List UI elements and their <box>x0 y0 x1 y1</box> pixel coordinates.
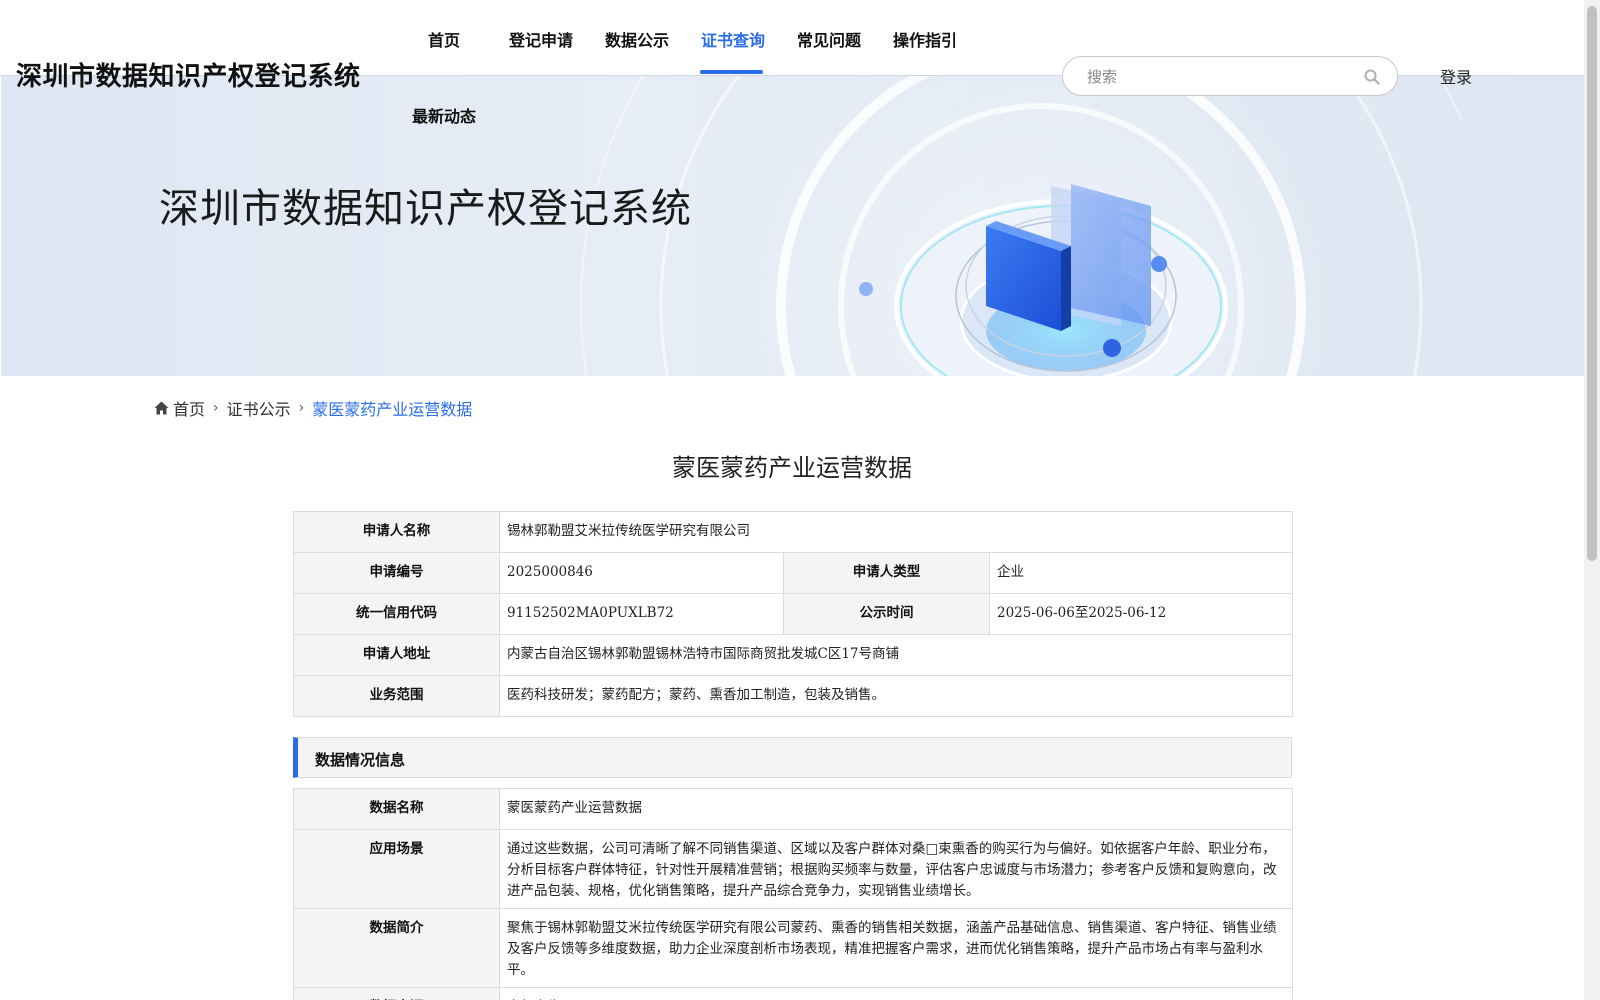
banner-title: 深圳市数据知识产权登记系统 <box>159 186 692 232</box>
search-icon[interactable] <box>1363 68 1381 86</box>
login-link[interactable]: 登录 <box>1440 64 1472 88</box>
page-title: 蒙医蒙药产业运营数据 <box>672 454 912 482</box>
table-row: 申请人地址 内蒙古自治区锡林郭勒盟锡林浩特市国际商贸批发城C区17号商铺 <box>293 634 1293 676</box>
page-scrollbar[interactable] <box>1584 0 1600 1000</box>
chevron-right-icon: › <box>298 400 305 416</box>
data-name-label: 数据名称 <box>293 788 500 830</box>
breadcrumb-home[interactable]: 首页 <box>173 396 205 420</box>
application-number-value: 2025000846 <box>499 552 784 594</box>
table-row: 申请人名称 锡林郭勒盟艾米拉传统医学研究有限公司 <box>293 511 1293 553</box>
section-header: 数据情况信息 <box>293 737 1292 778</box>
breadcrumb-certificate-publicity[interactable]: 证书公示 <box>227 396 291 420</box>
search-input[interactable] <box>1087 65 1347 89</box>
table-row: 申请编号 2025000846 申请人类型 企业 <box>293 552 1293 594</box>
credit-code-label: 统一信用代码 <box>293 593 500 635</box>
table-row: 统一信用代码 91152502MA0PUXLB72 公示时间 2025-06-0… <box>293 593 1293 635</box>
home-icon <box>154 401 169 415</box>
application-scene-label: 应用场景 <box>293 829 500 909</box>
nav-item-faq[interactable]: 常见问题 <box>797 27 861 51</box>
applicant-name-label: 申请人名称 <box>293 511 500 553</box>
data-name-value: 蒙医蒙药产业运营数据 <box>499 788 1293 830</box>
data-info-table: 数据名称 蒙医蒙药产业运营数据 应用场景 通过这些数据，公司可清晰了解不同销售渠… <box>293 788 1293 1000</box>
business-scope-label: 业务范围 <box>293 675 500 717</box>
nav-item-guide[interactable]: 操作指引 <box>893 27 957 51</box>
data-source-label: 数据来源 <box>293 987 500 1000</box>
nav-item-data-publicity[interactable]: 数据公示 <box>605 27 669 51</box>
table-row: 数据名称 蒙医蒙药产业运营数据 <box>293 788 1293 830</box>
applicant-type-value: 企业 <box>989 552 1293 594</box>
data-source-value: 自行产生 <box>499 987 1293 1000</box>
nav-item-news[interactable]: 最新动态 <box>412 103 476 127</box>
section-title: 数据情况信息 <box>315 751 406 769</box>
credit-code-value: 91152502MA0PUXLB72 <box>499 593 784 635</box>
table-row: 业务范围 医药科技研发；蒙药配方；蒙药、熏香加工制造，包装及销售。 <box>293 675 1293 717</box>
nav-item-certificate-query[interactable]: 证书查询 <box>701 27 765 51</box>
applicant-name-value: 锡林郭勒盟艾米拉传统医学研究有限公司 <box>499 511 1293 553</box>
scrollbar-thumb[interactable] <box>1587 6 1597 561</box>
applicant-address-label: 申请人地址 <box>293 634 500 676</box>
nav-item-home[interactable]: 首页 <box>428 27 460 51</box>
application-number-label: 申请编号 <box>293 552 500 594</box>
nav-item-register[interactable]: 登记申请 <box>509 27 573 51</box>
table-row: 数据简介 聚焦于锡林郭勒盟艾米拉传统医学研究有限公司蒙药、熏香的销售相关数据，涵… <box>293 908 1293 988</box>
search-box <box>1062 56 1398 96</box>
business-scope-value: 医药科技研发；蒙药配方；蒙药、熏香加工制造，包装及销售。 <box>499 675 1293 717</box>
nav-active-indicator <box>700 70 763 74</box>
data-intro-value: 聚焦于锡林郭勒盟艾米拉传统医学研究有限公司蒙药、熏香的销售相关数据，涵盖产品基础… <box>499 908 1293 988</box>
table-row: 数据来源 自行产生 <box>293 987 1293 1000</box>
publicity-time-value: 2025-06-06至2025-06-12 <box>989 593 1293 635</box>
data-intro-label: 数据简介 <box>293 908 500 988</box>
breadcrumb-current[interactable]: 蒙医蒙药产业运营数据 <box>312 396 472 420</box>
application-scene-value: 通过这些数据，公司可清晰了解不同销售渠道、区域以及客户群体对桑□束熏香的购买行为… <box>499 829 1293 909</box>
publicity-time-label: 公示时间 <box>783 593 990 635</box>
chevron-right-icon: › <box>213 400 219 416</box>
applicant-info-table: 申请人名称 锡林郭勒盟艾米拉传统医学研究有限公司 申请编号 2025000846… <box>293 511 1293 717</box>
applicant-type-label: 申请人类型 <box>783 552 990 594</box>
applicant-address-value: 内蒙古自治区锡林郭勒盟锡林浩特市国际商贸批发城C区17号商铺 <box>499 634 1293 676</box>
table-row: 应用场景 通过这些数据，公司可清晰了解不同销售渠道、区域以及客户群体对桑□束熏香… <box>293 829 1293 909</box>
breadcrumb: 首页 › 证书公示 › 蒙医蒙药产业运营数据 <box>154 396 472 420</box>
